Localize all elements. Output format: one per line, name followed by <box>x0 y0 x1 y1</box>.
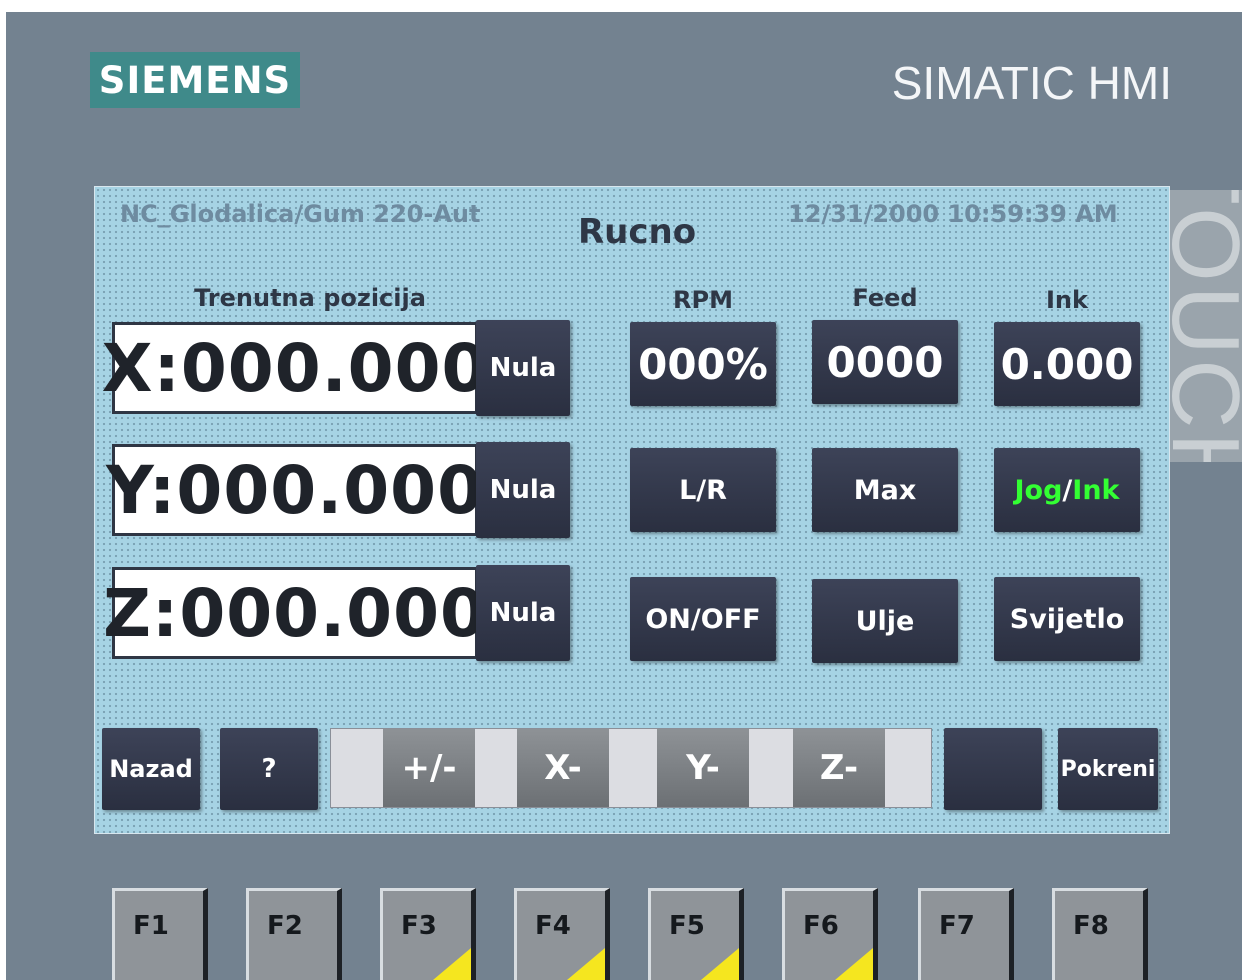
y-position-display: Y:000.000 <box>106 444 483 536</box>
f7-key[interactable]: F7 <box>918 888 1014 980</box>
product-name: SIMATIC HMI <box>891 57 1172 109</box>
f8-key[interactable]: F8 <box>1052 888 1148 980</box>
f6-corner-mark <box>835 948 873 980</box>
lr-button[interactable]: L/R <box>630 448 776 532</box>
f2-key[interactable]: F2 <box>246 888 342 980</box>
screen-title: Rucno <box>578 212 697 252</box>
light-button[interactable]: Svijetlo <box>994 577 1140 661</box>
jog-ink-button[interactable]: Jog / Ink <box>994 448 1140 532</box>
f5-key[interactable]: F5 <box>648 888 744 980</box>
x-zero-button[interactable]: Nula <box>476 320 570 416</box>
z-position-display: Z:000.000 <box>103 567 486 659</box>
feed-label: Feed <box>852 284 918 312</box>
station-name: NC_Glodalica/Gum 220-Aut <box>120 200 481 228</box>
jog-strip: +/- X- Y- Z- <box>330 728 932 808</box>
f1-key[interactable]: F1 <box>112 888 208 980</box>
z-minus-button[interactable]: Z- <box>793 729 885 807</box>
oil-button[interactable]: Ulje <box>812 579 958 663</box>
jog-label: Jog <box>1014 474 1063 506</box>
on-off-button[interactable]: ON/OFF <box>630 577 776 661</box>
touch-label: TOUCH <box>1168 190 1242 462</box>
x-minus-button[interactable]: X- <box>517 729 609 807</box>
sign-toggle-button[interactable]: +/- <box>383 729 475 807</box>
touch-label-text: TOUCH <box>1168 190 1242 462</box>
f5-corner-mark <box>701 948 739 980</box>
f6-key[interactable]: F6 <box>782 888 878 980</box>
ink-mode-label: Ink <box>1072 474 1120 506</box>
f4-corner-mark <box>567 948 605 980</box>
blank-button[interactable] <box>944 728 1042 810</box>
f3-key[interactable]: F3 <box>380 888 476 980</box>
ink-label: Ink <box>1046 286 1088 314</box>
f7-label: F7 <box>939 911 975 941</box>
f1-label: F1 <box>133 911 169 941</box>
f3-corner-mark <box>433 948 471 980</box>
f4-label: F4 <box>535 911 571 941</box>
f6-label: F6 <box>803 911 839 941</box>
rpm-label: RPM <box>673 286 733 314</box>
datetime: 12/31/2000 10:59:39 AM <box>788 200 1118 228</box>
f2-label: F2 <box>267 911 303 941</box>
run-button[interactable]: Pokreni <box>1058 728 1158 810</box>
rpm-display: 000% <box>630 322 776 406</box>
siemens-logo: SIEMENS <box>90 52 300 108</box>
x-position-display: X:000.000 <box>102 322 487 414</box>
max-button[interactable]: Max <box>812 448 958 532</box>
f8-label: F8 <box>1073 911 1109 941</box>
y-zero-button[interactable]: Nula <box>476 442 570 538</box>
f5-label: F5 <box>669 911 705 941</box>
position-label: Trenutna pozicija <box>194 284 426 312</box>
ink-display: 0.000 <box>994 322 1140 406</box>
feed-display: 0000 <box>812 320 958 404</box>
f4-key[interactable]: F4 <box>514 888 610 980</box>
help-button[interactable]: ? <box>220 728 318 810</box>
z-zero-button[interactable]: Nula <box>476 565 570 661</box>
jog-ink-separator: / <box>1062 474 1073 506</box>
back-button[interactable]: Nazad <box>102 728 200 810</box>
f3-label: F3 <box>401 911 437 941</box>
y-minus-button[interactable]: Y- <box>657 729 749 807</box>
